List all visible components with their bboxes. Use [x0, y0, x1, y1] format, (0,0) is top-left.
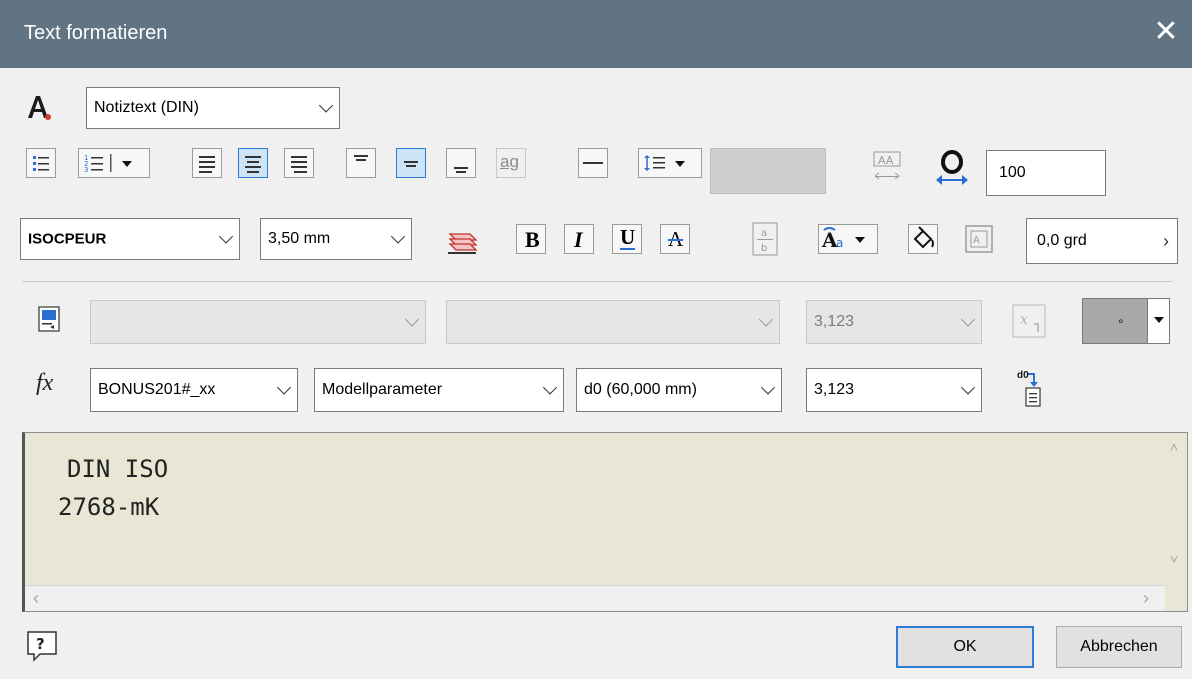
bold-button[interactable]: B	[516, 224, 546, 254]
bullet-list-button[interactable]	[26, 148, 56, 178]
svg-text:b: b	[761, 243, 767, 254]
text-style-icon	[26, 92, 52, 122]
parameter-precision-select[interactable]: 3,123	[806, 368, 982, 412]
stacking-icon[interactable]: a b	[752, 222, 778, 256]
svg-text:?: ?	[36, 635, 45, 653]
d0-label: d0	[1017, 370, 1029, 381]
font-size-select[interactable]: 3,50 mm	[260, 218, 412, 260]
svg-text:3: 3	[84, 166, 88, 174]
rotation-input[interactable]: 0,0 grd ›	[1026, 218, 1178, 264]
symbol-dropdown[interactable]: A a	[818, 224, 878, 254]
chevron-down-icon	[1147, 299, 1169, 343]
scroll-left-icon[interactable]: ‹	[33, 588, 39, 609]
font-select[interactable]: ISOCPEUR	[20, 218, 240, 260]
strikethrough-label: A	[668, 227, 684, 251]
numbered-list-dropdown[interactable]: 1 2 3	[78, 148, 150, 178]
width-factor-value: 100	[999, 164, 1026, 181]
fill-color-button[interactable]	[908, 224, 938, 254]
text-style-select[interactable]: Notiztext (DIN)	[86, 87, 340, 129]
scroll-right-icon[interactable]: ›	[1143, 588, 1149, 609]
italic-button[interactable]: I	[564, 224, 594, 254]
italic-label: I	[574, 227, 583, 252]
width-factor-input[interactable]: 100	[986, 150, 1106, 196]
fx-label: fx	[36, 370, 54, 396]
ok-button[interactable]: OK	[896, 626, 1034, 668]
valign-top-button[interactable]	[346, 148, 376, 178]
bold-label: B	[525, 227, 540, 252]
color-swatch[interactable]	[710, 148, 826, 194]
strikethrough-button[interactable]: A	[660, 224, 690, 254]
separator	[22, 281, 1172, 282]
component-select[interactable]: BONUS201#_xx	[90, 368, 298, 412]
underline-label: U	[620, 225, 636, 250]
align-right-button[interactable]	[284, 148, 314, 178]
horizontal-scrollbar[interactable]: ‹ ›	[25, 585, 1165, 611]
insert-property-icon[interactable]	[38, 306, 60, 332]
svg-text:A: A	[973, 235, 980, 246]
valign-bottom-button[interactable]	[446, 148, 476, 178]
function-icon: fx	[36, 370, 76, 406]
valign-middle-button[interactable]	[396, 148, 426, 178]
stacked-layers-icon[interactable]	[446, 222, 480, 256]
property-type-select[interactable]	[90, 300, 426, 344]
svg-text:x: x	[1020, 312, 1028, 328]
align-center-button[interactable]	[238, 148, 268, 178]
text-editor[interactable]: DIN ISO 2768-mK ˄ ˅ ‹ ›	[22, 432, 1188, 612]
symbol-color-dropdown[interactable]: ∘	[1082, 298, 1170, 344]
close-icon[interactable]: ✕	[1148, 14, 1184, 50]
line-button[interactable]	[578, 148, 608, 178]
line-spacing-dropdown[interactable]	[638, 148, 702, 178]
frame-icon[interactable]: A	[964, 224, 994, 254]
svg-text:a: a	[836, 236, 843, 250]
chevron-right-icon[interactable]: ›	[1163, 231, 1169, 252]
add-property-icon[interactable]: x	[1012, 304, 1046, 338]
svg-text:a: a	[761, 228, 767, 239]
parameter-type-select[interactable]: Modellparameter	[314, 368, 564, 412]
property-select[interactable]	[446, 300, 780, 344]
title-bar: Text formatieren ✕	[0, 0, 1192, 68]
circle-icon: ∘	[1117, 314, 1125, 328]
scroll-up-icon[interactable]: ˄	[1170, 439, 1178, 455]
underline-button[interactable]: U	[612, 224, 642, 254]
svg-text:AA: AA	[878, 154, 894, 167]
parameter-select[interactable]: d0 (60,000 mm)	[576, 368, 782, 412]
insert-parameter-icon[interactable]: d0	[1012, 370, 1046, 408]
help-icon[interactable]: ?	[26, 630, 58, 662]
window-title: Text formatieren	[24, 22, 168, 44]
vertical-scrollbar[interactable]: ˄ ˅	[1165, 433, 1187, 581]
case-button[interactable]: ag	[496, 148, 526, 178]
property-precision-select[interactable]: 3,123	[806, 300, 982, 344]
editor-line: DIN ISO	[67, 455, 169, 483]
width-factor-icon	[934, 150, 970, 190]
character-spacing-icon[interactable]: AA	[872, 150, 902, 190]
align-left-button[interactable]	[192, 148, 222, 178]
editor-line: 2768-mK	[58, 493, 160, 521]
scroll-down-icon[interactable]: ˅	[1170, 551, 1178, 567]
case-label: ag	[500, 152, 519, 171]
cancel-button[interactable]: Abbrechen	[1056, 626, 1182, 668]
rotation-value: 0,0 grd	[1037, 232, 1087, 249]
